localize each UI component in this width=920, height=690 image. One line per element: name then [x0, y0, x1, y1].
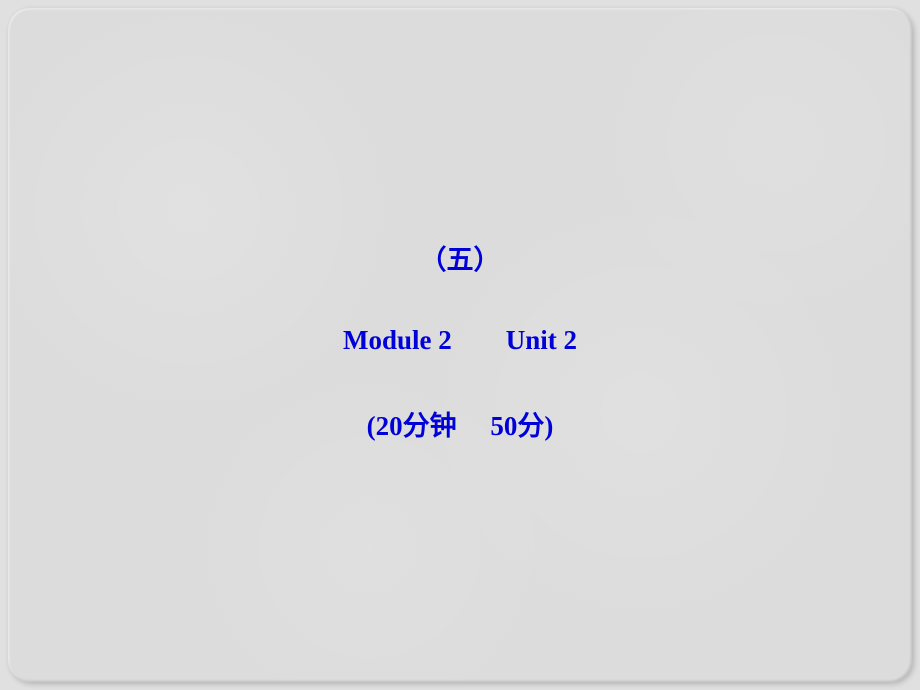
module-unit-line: Module 2 Unit 2	[343, 325, 577, 356]
slide-container: （五） Module 2 Unit 2 (20分钟 50分)	[8, 8, 912, 682]
unit-label: Unit 2	[506, 325, 577, 355]
duration-score-line: (20分钟 50分)	[343, 404, 577, 443]
duration-open: (20	[367, 411, 403, 441]
module-label: Module 2	[343, 325, 452, 355]
duration-unit: 分钟	[403, 411, 457, 441]
score-unit: 分	[517, 411, 544, 441]
close-paren: )	[544, 411, 553, 441]
text-block: （五） Module 2 Unit 2 (20分钟 50分)	[343, 238, 577, 443]
score-value: 50	[490, 411, 517, 441]
section-number: （五）	[343, 238, 577, 277]
